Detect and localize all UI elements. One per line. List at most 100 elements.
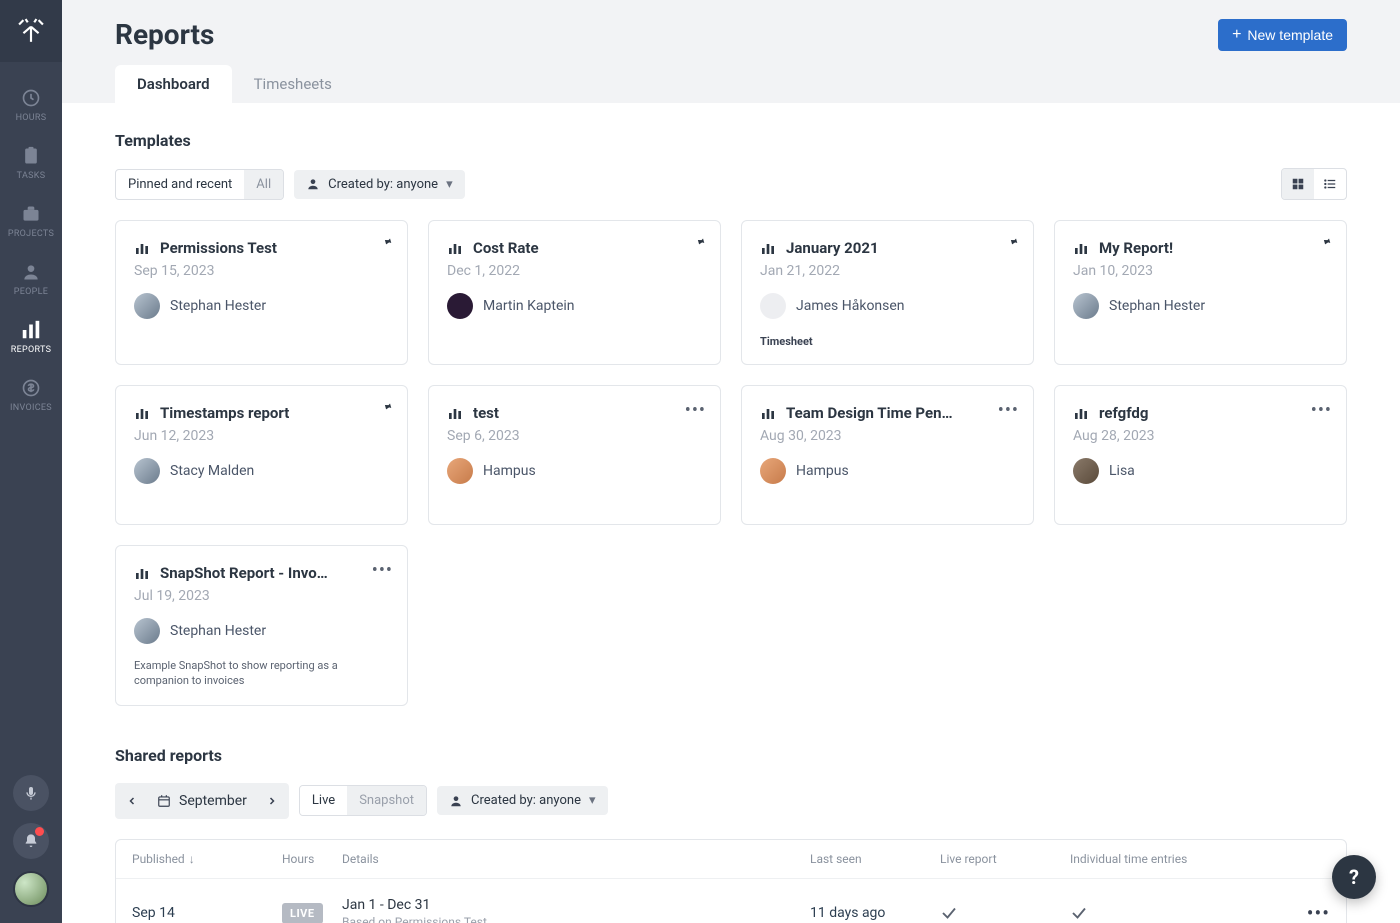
nav-invoices[interactable]: INVOICES [0, 366, 62, 424]
author-name: James Håkonsen [796, 298, 905, 314]
card-title: Team Design Time Pen… [786, 404, 953, 422]
author-name: Martin Kaptein [483, 298, 575, 314]
card-title: Cost Rate [473, 239, 539, 257]
nav-label: TASKS [17, 171, 46, 181]
col-details[interactable]: Details [342, 852, 810, 866]
notifications-button[interactable] [13, 823, 49, 859]
tabs: Dashboard Timesheets [115, 65, 1347, 103]
author-name: Stephan Hester [170, 298, 266, 314]
app-sidebar: HOURS TASKS PROJECTS PEOPLE REPORTS [0, 0, 62, 923]
col-published[interactable]: Published ↓ [132, 852, 282, 866]
template-card[interactable]: Timestamps reportJun 12, 2023Stacy Malde… [115, 385, 408, 525]
pin-icon [380, 235, 393, 248]
check-icon [940, 904, 1070, 922]
filter-label: Created by: anyone [471, 793, 581, 808]
filter-created-by[interactable]: Created by: anyone ▾ [294, 170, 465, 199]
col-time-entries[interactable]: Individual time entries [1070, 852, 1280, 866]
card-date: Jul 19, 2023 [134, 588, 389, 604]
col-last-seen[interactable]: Last seen [810, 852, 940, 866]
nav-projects[interactable]: PROJECTS [0, 192, 62, 250]
bar-chart-icon [134, 565, 150, 581]
check-icon [1070, 904, 1280, 922]
cell-live-report [940, 904, 1070, 922]
card-menu-button[interactable]: ••• [1311, 400, 1332, 421]
author-name: Hampus [483, 463, 536, 479]
author-avatar [134, 618, 160, 644]
user-avatar[interactable] [13, 871, 49, 907]
author-avatar [447, 293, 473, 319]
card-title: test [473, 404, 499, 422]
clock-icon [20, 87, 42, 109]
app-logo[interactable] [0, 0, 62, 62]
filter-all[interactable]: All [244, 170, 283, 199]
month-display[interactable]: September [147, 793, 257, 809]
shared-reports-heading: Shared reports [115, 746, 1347, 765]
live-snapshot-toggle: Live Snapshot [299, 785, 427, 816]
tab-dashboard[interactable]: Dashboard [115, 65, 232, 103]
live-badge: LIVE [282, 903, 323, 923]
card-date: Dec 1, 2022 [447, 263, 702, 279]
templates-grid: Permissions TestSep 15, 2023Stephan Hest… [115, 220, 1347, 706]
card-date: Aug 28, 2023 [1073, 428, 1328, 444]
calendar-icon [157, 794, 171, 808]
nav-hours[interactable]: HOURS [0, 76, 62, 134]
question-icon: ? [1349, 865, 1359, 889]
table-row[interactable]: Sep 14LIVEJan 1 - Dec 31Based on Permiss… [116, 879, 1346, 923]
sort-desc-icon: ↓ [189, 852, 195, 866]
card-menu-button[interactable]: ••• [685, 400, 706, 421]
pin-icon [693, 235, 706, 248]
bar-chart-icon [760, 240, 776, 256]
template-card[interactable]: January 2021Jan 21, 2022James HåkonsenTi… [741, 220, 1034, 365]
dollar-circle-icon [20, 377, 42, 399]
template-card[interactable]: Cost Rate Dec 1, 2022 Martin Kaptein [428, 220, 721, 365]
bar-chart-icon [447, 405, 463, 421]
filter-pinned-recent[interactable]: Pinned and recent [116, 170, 244, 199]
shared-filter-created-by[interactable]: Created by: anyone ▾ [437, 786, 608, 815]
segment-live[interactable]: Live [300, 786, 347, 815]
chevron-down-icon: ▾ [589, 793, 596, 808]
tab-timesheets[interactable]: Timesheets [232, 65, 354, 103]
nav-label: INVOICES [10, 403, 52, 413]
template-card[interactable]: •••testSep 6, 2023Hampus [428, 385, 721, 525]
voice-button[interactable] [13, 775, 49, 811]
list-view-button[interactable] [1314, 169, 1346, 199]
segment-snapshot[interactable]: Snapshot [347, 786, 426, 815]
author-avatar [447, 458, 473, 484]
person-icon [20, 261, 42, 283]
new-template-button[interactable]: + New template [1218, 19, 1347, 51]
card-title: SnapShot Report - Invo… [160, 564, 328, 582]
clipboard-check-icon [20, 145, 42, 167]
card-menu-button[interactable]: ••• [372, 560, 393, 581]
col-live-report[interactable]: Live report [940, 852, 1070, 866]
card-description: Example SnapShot to show reporting as a … [134, 658, 389, 689]
row-menu-button[interactable]: ••• [1280, 901, 1330, 923]
author-name: Hampus [796, 463, 849, 479]
card-menu-button[interactable]: ••• [998, 400, 1019, 421]
grid-view-button[interactable] [1282, 169, 1314, 199]
nav-label: HOURS [16, 113, 47, 123]
nav-tasks[interactable]: TASKS [0, 134, 62, 192]
nav-people[interactable]: PEOPLE [0, 250, 62, 308]
chevron-down-icon: ▾ [446, 177, 453, 192]
template-card[interactable]: Permissions TestSep 15, 2023Stephan Hest… [115, 220, 408, 365]
template-card[interactable]: My Report!Jan 10, 2023Stephan Hester [1054, 220, 1347, 365]
person-icon [449, 794, 463, 808]
next-month-button[interactable] [257, 787, 287, 815]
template-card[interactable]: •••SnapShot Report - Invo…Jul 19, 2023St… [115, 545, 408, 706]
chevron-right-icon [266, 795, 278, 807]
col-hours[interactable]: Hours [282, 852, 342, 866]
month-label: September [179, 793, 247, 809]
bar-chart-icon [134, 405, 150, 421]
card-date: Jun 12, 2023 [134, 428, 389, 444]
card-title: January 2021 [786, 239, 879, 257]
author-name: Stephan Hester [1109, 298, 1205, 314]
prev-month-button[interactable] [117, 787, 147, 815]
card-title: Timestamps report [160, 404, 289, 422]
help-button[interactable]: ? [1332, 855, 1376, 899]
author-avatar [134, 458, 160, 484]
template-card[interactable]: •••refgfdgAug 28, 2023Lisa [1054, 385, 1347, 525]
cell-last-seen: 11 days ago [810, 905, 940, 921]
template-card[interactable]: •••Team Design Time Pen…Aug 30, 2023Hamp… [741, 385, 1034, 525]
card-title: refgfdg [1099, 404, 1148, 422]
nav-reports[interactable]: REPORTS [0, 308, 62, 366]
